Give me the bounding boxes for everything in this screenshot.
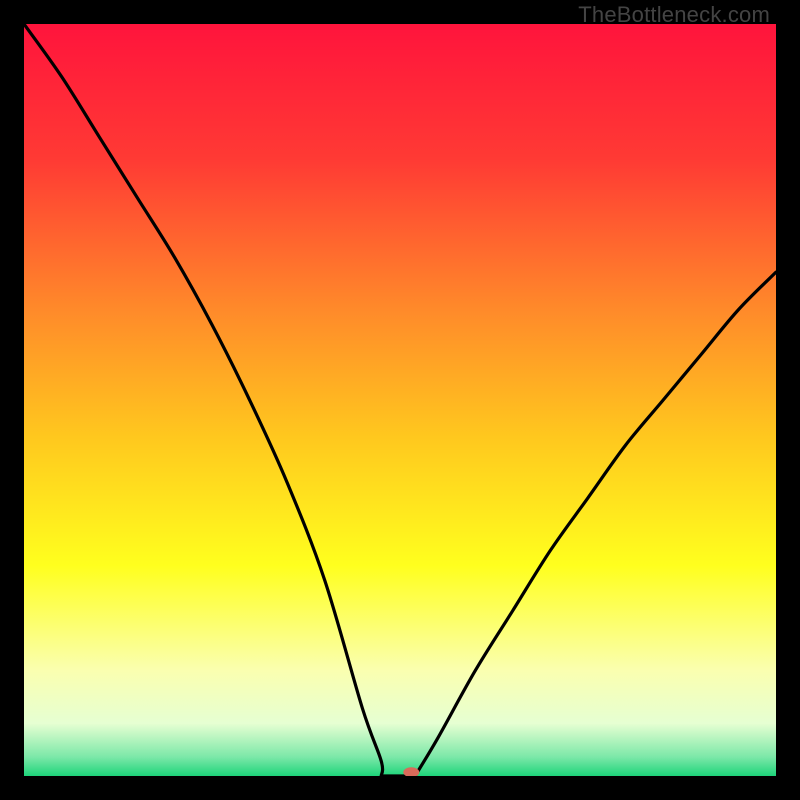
chart-frame [24,24,776,776]
bottleneck-chart [24,24,776,776]
